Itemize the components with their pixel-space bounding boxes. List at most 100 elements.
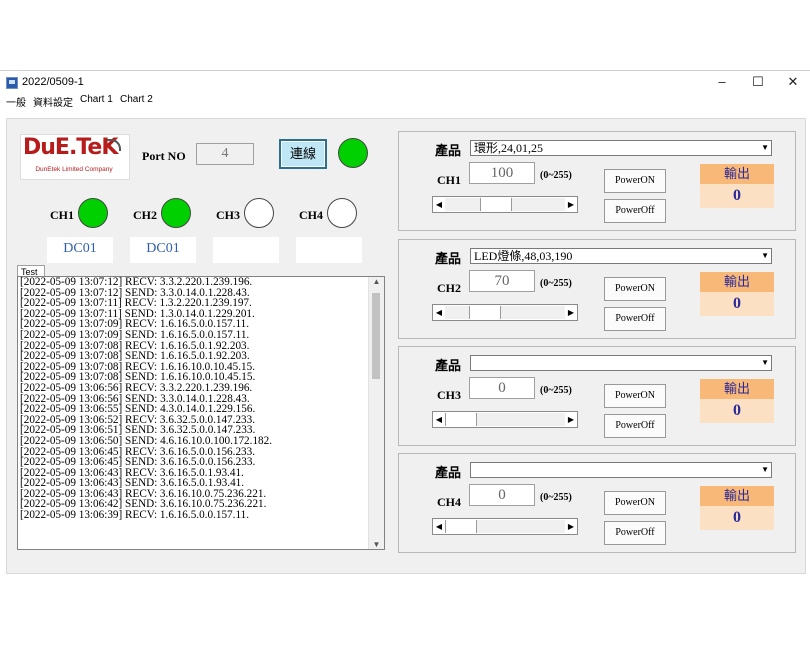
ch4-device — [296, 237, 362, 263]
ch2-range-label: (0~255) — [540, 278, 572, 289]
menu-general[interactable]: 一般 — [6, 94, 26, 109]
menu-data-settings[interactable]: 資料設定 — [33, 94, 73, 109]
window-title: 2022/0509-1 — [22, 76, 84, 88]
ch1-range-label: (0~255) — [540, 170, 572, 181]
scroll-left-icon[interactable]: ◀ — [433, 412, 445, 427]
ch1-output-value: 0 — [700, 184, 774, 208]
slider-thumb[interactable] — [445, 413, 477, 426]
ch3-output-label: 輸出 — [700, 379, 774, 399]
connect-button[interactable]: 連線 — [279, 139, 327, 169]
log-lines: [2022-05-09 13:07:12] RECV: 3.3.2.220.1.… — [20, 277, 368, 521]
app-icon — [6, 77, 18, 89]
log-line: [2022-05-09 13:06:56] RECV: 3.3.2.220.1.… — [20, 381, 253, 394]
ch1-power-on-button[interactable]: PowerON — [604, 169, 666, 193]
port-no-label: Port NO — [142, 149, 186, 163]
signal-icon — [107, 139, 121, 151]
scroll-down-icon[interactable]: ▼ — [369, 540, 384, 549]
scroll-right-icon[interactable]: ▶ — [565, 412, 577, 427]
close-button[interactable]: ✕ — [775, 71, 810, 95]
log-line: [2022-05-09 13:07:09] SEND: 1.6.16.5.0.0… — [20, 328, 250, 341]
ch4-value-input[interactable]: 0 — [469, 484, 535, 506]
logo-text: DuE.TeK — [23, 135, 118, 160]
ch1-value-input[interactable]: 100 — [469, 162, 535, 184]
log-line: [2022-05-09 13:06:39] RECV: 1.6.16.5.0.0… — [20, 509, 250, 522]
ch4-power-on-button[interactable]: PowerON — [604, 491, 666, 515]
ch2-product-label: 產品 — [435, 251, 462, 266]
ch1-label: CH1 — [50, 208, 74, 222]
slider-thumb[interactable] — [469, 306, 501, 319]
ch1-product-label: 產品 — [435, 143, 462, 158]
scroll-left-icon[interactable]: ◀ — [433, 519, 445, 534]
ch2-product-select[interactable]: LED燈條,48,03,190 ▼ — [470, 248, 772, 264]
slider-thumb[interactable] — [445, 520, 477, 533]
ch3-label: CH3 — [216, 208, 240, 222]
minimize-button[interactable]: – — [704, 71, 740, 95]
port-no-input[interactable]: 4 — [196, 143, 254, 165]
ch4-power-off-button[interactable]: PowerOff — [604, 521, 666, 545]
ch4-label: CH4 — [299, 208, 323, 222]
ch4-status-led — [327, 198, 357, 228]
scroll-left-icon[interactable]: ◀ — [433, 305, 445, 320]
ch2-power-off-button[interactable]: PowerOff — [604, 307, 666, 331]
ch3-product-label: 產品 — [435, 358, 462, 373]
log-listbox[interactable]: [2022-05-09 13:07:12] RECV: 3.3.2.220.1.… — [17, 276, 385, 550]
connection-status-led — [338, 138, 368, 168]
company-logo: DuE.TeK DunEtek Limited Company — [20, 134, 130, 180]
ch4-group-label: CH4 — [437, 495, 461, 509]
chevron-down-icon[interactable]: ▼ — [761, 356, 769, 370]
ch3-output-value: 0 — [700, 399, 774, 423]
ch3-slider[interactable]: ◀ ▶ — [432, 411, 578, 428]
ch3-power-off-button[interactable]: PowerOff — [604, 414, 666, 438]
ch1-status-led — [78, 198, 108, 228]
scroll-right-icon[interactable]: ▶ — [565, 197, 577, 212]
ch3-value-input[interactable]: 0 — [469, 377, 535, 399]
slider-thumb[interactable] — [480, 198, 512, 211]
ch4-range-label: (0~255) — [540, 492, 572, 503]
ch1-slider[interactable]: ◀ ▶ — [432, 196, 578, 213]
ch2-output-label: 輸出 — [700, 272, 774, 292]
ch4-output-value: 0 — [700, 506, 774, 530]
log-line: [2022-05-09 13:07:12] RECV: 3.3.2.220.1.… — [20, 276, 253, 288]
ch4-slider[interactable]: ◀ ▶ — [432, 518, 578, 535]
logo-subtitle: DunEtek Limited Company — [35, 166, 113, 173]
ch1-device: DC01 — [47, 237, 113, 263]
ch2-value-input[interactable]: 70 — [469, 270, 535, 292]
menu-chart-2[interactable]: Chart 2 — [120, 94, 153, 105]
ch1-power-off-button[interactable]: PowerOff — [604, 199, 666, 223]
ch1-group: 產品 環形,24,01,25 ▼ CH1 100 (0~255) ◀ ▶ Pow… — [398, 131, 796, 231]
ch2-label: CH2 — [133, 208, 157, 222]
slider-track[interactable] — [445, 520, 565, 533]
ch3-status-led — [244, 198, 274, 228]
maximize-button[interactable]: ☐ — [740, 71, 776, 95]
ch4-group: 產品 ▼ CH4 0 (0~255) ◀ ▶ PowerON PowerOff … — [398, 453, 796, 553]
scroll-right-icon[interactable]: ▶ — [565, 305, 577, 320]
ch2-group-label: CH2 — [437, 281, 461, 295]
ch4-product-label: 產品 — [435, 465, 462, 480]
ch2-product-value: LED燈條,48,03,190 — [474, 249, 573, 263]
slider-track[interactable] — [445, 413, 565, 426]
scroll-thumb[interactable] — [372, 293, 380, 379]
ch1-product-value: 環形,24,01,25 — [474, 141, 544, 155]
chevron-down-icon[interactable]: ▼ — [761, 141, 769, 155]
ch3-product-select[interactable]: ▼ — [470, 355, 772, 371]
ch2-slider[interactable]: ◀ ▶ — [432, 304, 578, 321]
scroll-left-icon[interactable]: ◀ — [433, 197, 445, 212]
slider-track[interactable] — [445, 306, 565, 319]
log-scrollbar[interactable]: ▲ ▼ — [368, 277, 384, 549]
ch1-product-select[interactable]: 環形,24,01,25 ▼ — [470, 140, 772, 156]
scroll-up-icon[interactable]: ▲ — [369, 277, 384, 286]
ch3-device — [213, 237, 279, 263]
ch2-power-on-button[interactable]: PowerON — [604, 277, 666, 301]
slider-track[interactable] — [445, 198, 565, 211]
ch1-group-label: CH1 — [437, 173, 461, 187]
ch2-device: DC01 — [130, 237, 196, 263]
menu-bar: 一般 資料設定 Chart 1 Chart 2 — [0, 94, 810, 109]
menu-chart-1[interactable]: Chart 1 — [80, 94, 113, 105]
ch3-range-label: (0~255) — [540, 385, 572, 396]
ch2-status-led — [161, 198, 191, 228]
chevron-down-icon[interactable]: ▼ — [761, 463, 769, 477]
scroll-right-icon[interactable]: ▶ — [565, 519, 577, 534]
ch3-power-on-button[interactable]: PowerON — [604, 384, 666, 408]
ch4-product-select[interactable]: ▼ — [470, 462, 772, 478]
chevron-down-icon[interactable]: ▼ — [761, 249, 769, 263]
